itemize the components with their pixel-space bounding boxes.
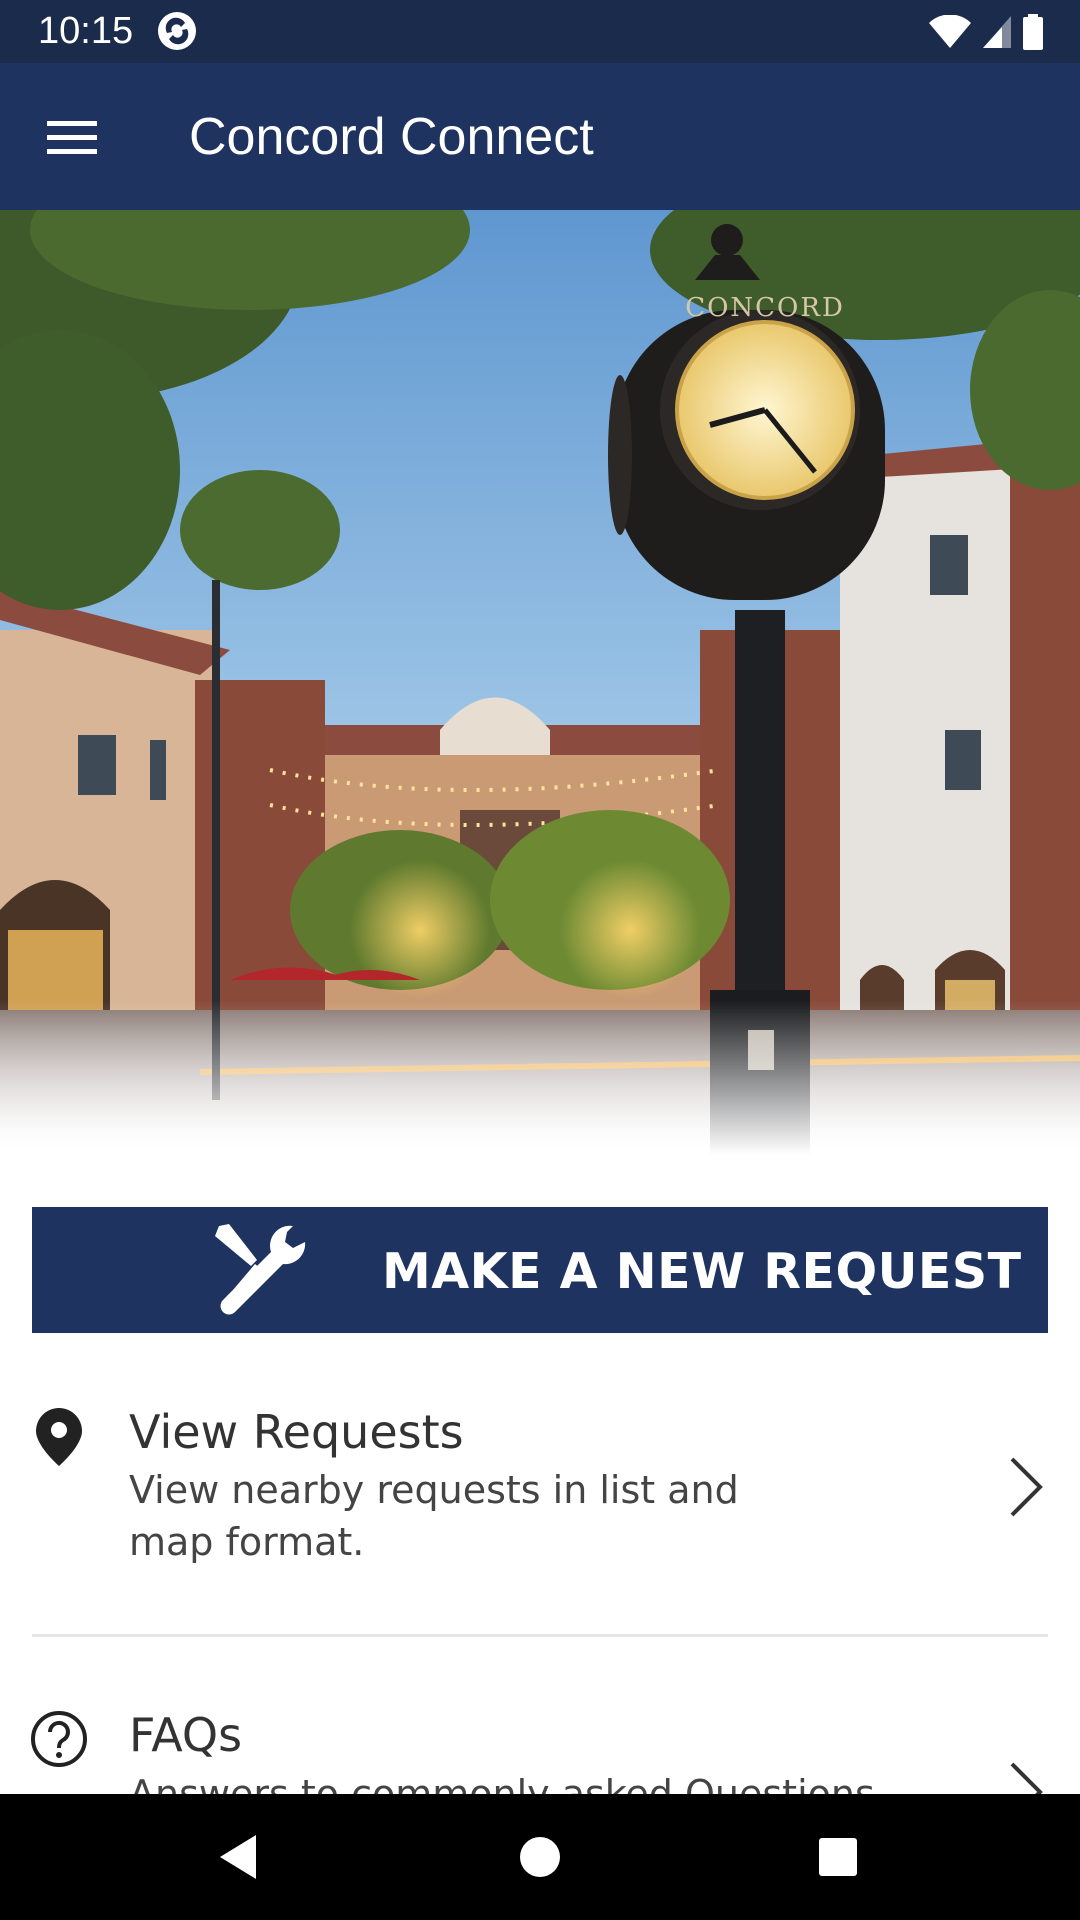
- faqs-title: FAQs: [129, 1708, 243, 1762]
- status-time: 10:15: [38, 10, 134, 52]
- make-new-request-label: MAKE A NEW REQUEST: [382, 1243, 1022, 1300]
- list-divider: [32, 1634, 1048, 1637]
- nav-recents-icon[interactable]: [802, 1821, 874, 1893]
- status-bar: 10:15: [0, 0, 1080, 63]
- help-circle-icon: [31, 1711, 87, 1767]
- list-item-faqs[interactable]: FAQs Answers to commonly asked Questions: [0, 1680, 1080, 1822]
- hamburger-menu-icon[interactable]: [32, 101, 112, 173]
- nav-home-icon[interactable]: [504, 1821, 576, 1893]
- app-bar: Concord Connect: [0, 63, 1080, 210]
- nav-back-icon[interactable]: [202, 1821, 274, 1893]
- hero-image: CONCORD: [0, 210, 1080, 1155]
- clock-sign-text: CONCORD: [685, 293, 845, 323]
- system-nav-bar: [0, 1794, 1080, 1920]
- view-requests-title: View Requests: [129, 1405, 464, 1459]
- view-requests-description: View nearby requests in list and map for…: [129, 1468, 739, 1564]
- app-title: Concord Connect: [189, 108, 594, 166]
- location-pin-icon: [36, 1408, 82, 1466]
- make-new-request-button[interactable]: MAKE A NEW REQUEST: [32, 1207, 1048, 1333]
- chevron-right-icon: [1010, 1457, 1043, 1517]
- cell-signal-icon: [983, 16, 1011, 48]
- battery-icon: [1023, 14, 1043, 50]
- wifi-icon: [929, 15, 971, 48]
- app-notification-icon: [158, 12, 196, 50]
- list-item-view-requests[interactable]: View Requests View nearby requests in li…: [0, 1380, 1080, 1635]
- tools-icon: [215, 1224, 306, 1315]
